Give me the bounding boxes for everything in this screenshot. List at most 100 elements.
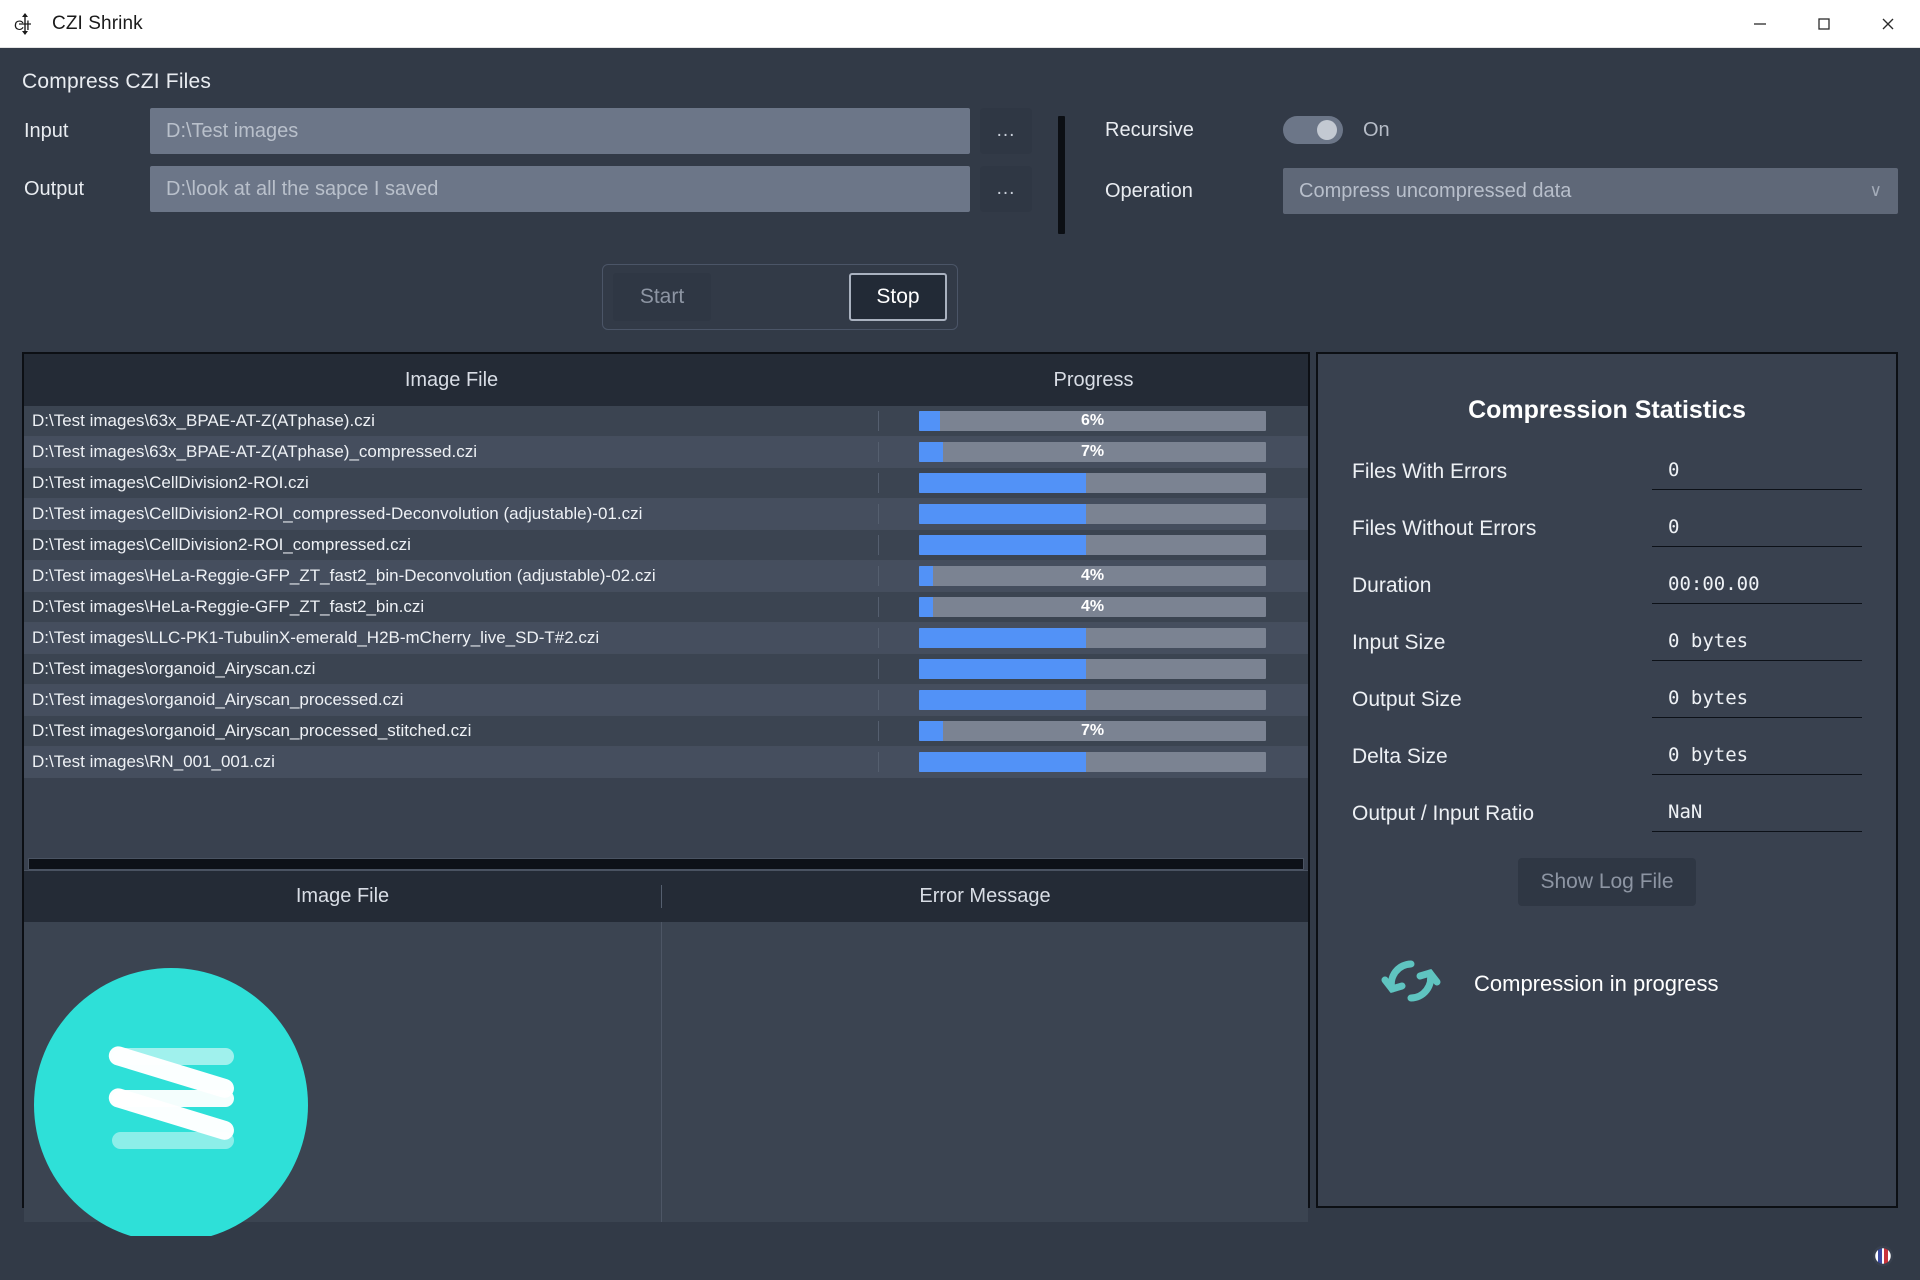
stat-value-container: 0 bytes	[1652, 630, 1862, 661]
operation-label: Operation	[1105, 179, 1193, 202]
table-row[interactable]: D:\Test images\HeLa-Reggie-GFP_ZT_fast2_…	[24, 592, 1308, 623]
statistics-panel: Compression Statistics Files With Errors…	[1316, 352, 1898, 1208]
stat-value-container: 0	[1652, 459, 1862, 490]
progress-cell	[879, 752, 1308, 772]
stat-row: Output Size 0 bytes	[1352, 687, 1862, 718]
status-bar	[0, 1236, 1920, 1280]
progress-bar: 4%	[919, 597, 1266, 617]
refresh-sync-icon	[1380, 952, 1442, 1015]
operation-select[interactable]: Compress uncompressed data ∨	[1283, 168, 1898, 214]
file-table-header: Image File Progress	[24, 354, 1308, 406]
status-row: Compression in progress	[1352, 952, 1862, 1015]
progress-label: 7%	[1080, 722, 1105, 739]
operation-selected-value: Compress uncompressed data	[1299, 179, 1572, 202]
output-browse-button[interactable]: ...	[980, 166, 1032, 212]
table-row[interactable]: D:\Test images\organoid_Airyscan_process…	[24, 716, 1308, 747]
files-panel: Image File Progress D:\Test images\63x_B…	[22, 352, 1310, 1242]
progress-cell	[879, 504, 1308, 524]
stat-label: Files With Errors	[1352, 460, 1508, 483]
window-titlebar: C I CZI Shrink	[0, 0, 1920, 48]
page-title: Compress CZI Files	[22, 70, 212, 93]
progress-cell	[879, 473, 1308, 493]
brand-logo	[34, 968, 308, 1242]
stat-value: 0 bytes	[1668, 630, 1749, 652]
progress-bar	[919, 752, 1266, 772]
progress-bar: 7%	[919, 721, 1266, 741]
file-column-header: Image File	[404, 368, 499, 391]
stat-label: Input Size	[1352, 631, 1446, 654]
settings-form: Input ... Output ... Recursive On Operat…	[22, 108, 1898, 238]
table-row[interactable]: D:\Test images\CellDivision2-ROI_compres…	[24, 499, 1308, 530]
table-row[interactable]: D:\Test images\CellDivision2-ROI_compres…	[24, 530, 1308, 561]
file-path-cell: D:\Test images\63x_BPAE-AT-Z(ATphase).cz…	[24, 411, 879, 431]
stat-value: 0 bytes	[1668, 744, 1749, 766]
table-row[interactable]: D:\Test images\63x_BPAE-AT-Z(ATphase)_co…	[24, 437, 1308, 468]
file-path-cell: D:\Test images\organoid_Airyscan_process…	[24, 690, 879, 710]
progress-bar-fill	[919, 659, 1086, 679]
minimize-icon	[1754, 22, 1766, 25]
file-path-cell: D:\Test images\organoid_Airyscan_process…	[24, 721, 879, 741]
table-row[interactable]: D:\Test images\63x_BPAE-AT-Z(ATphase).cz…	[24, 406, 1308, 437]
progress-bar: 4%	[919, 566, 1266, 586]
progress-cell	[879, 690, 1308, 710]
app-icon: C I	[14, 11, 40, 37]
progress-cell: 6%	[879, 411, 1308, 431]
progress-bar	[919, 473, 1266, 493]
input-label: Input	[24, 119, 69, 142]
stat-value: 0	[1668, 459, 1680, 481]
file-path-cell: D:\Test images\CellDivision2-ROI_compres…	[24, 504, 879, 524]
horizontal-scrollbar[interactable]	[28, 858, 1304, 870]
input-browse-button[interactable]: ...	[980, 108, 1032, 154]
stats-title: Compression Statistics	[1468, 396, 1746, 424]
file-path-cell: D:\Test images\HeLa-Reggie-GFP_ZT_fast2_…	[24, 566, 879, 586]
progress-bar-fill	[919, 628, 1086, 648]
path-fields: Input ... Output ...	[22, 108, 1032, 224]
table-row[interactable]: D:\Test images\LLC-PK1-TubulinX-emerald_…	[24, 623, 1308, 654]
progress-bar	[919, 535, 1266, 555]
info-circle-icon[interactable]	[1872, 1245, 1894, 1272]
svg-text:C: C	[14, 17, 24, 33]
maximize-button[interactable]	[1792, 0, 1856, 47]
file-path-cell: D:\Test images\HeLa-Reggie-GFP_ZT_fast2_…	[24, 597, 879, 617]
form-divider	[1058, 116, 1065, 234]
table-row[interactable]: D:\Test images\RN_001_001.czi	[24, 747, 1308, 778]
recursive-toggle[interactable]	[1283, 116, 1343, 144]
progress-label: 7%	[1080, 443, 1105, 460]
window-title: CZI Shrink	[52, 12, 143, 34]
toggle-knob	[1317, 120, 1337, 140]
error-table-header: Image File Error Message	[24, 870, 1308, 922]
table-row[interactable]: D:\Test images\CellDivision2-ROI.czi	[24, 468, 1308, 499]
progress-cell: 4%	[879, 566, 1308, 586]
start-button[interactable]: Start	[613, 273, 711, 321]
progress-bar	[919, 690, 1266, 710]
stat-label: Output Size	[1352, 688, 1462, 711]
input-path-field[interactable]	[150, 108, 970, 154]
minimize-button[interactable]	[1728, 0, 1792, 47]
stat-value-container: 0	[1652, 516, 1862, 547]
stat-value-container: NaN	[1652, 801, 1862, 832]
progress-bar	[919, 628, 1266, 648]
options-fields: Recursive On Operation Compress uncompre…	[1105, 108, 1898, 238]
table-row[interactable]: D:\Test images\organoid_Airyscan.czi	[24, 654, 1308, 685]
close-button[interactable]	[1856, 0, 1920, 47]
content-panels: Image File Progress D:\Test images\63x_B…	[22, 352, 1898, 1242]
file-path-cell: D:\Test images\RN_001_001.czi	[24, 752, 879, 772]
table-row[interactable]: D:\Test images\organoid_Airyscan_process…	[24, 685, 1308, 716]
stat-label: Delta Size	[1352, 745, 1448, 768]
stat-value: 00:00.00	[1668, 573, 1760, 595]
error-message-cell-empty	[662, 922, 1308, 1222]
stat-value-container: 0 bytes	[1652, 744, 1862, 775]
progress-cell	[879, 628, 1308, 648]
error-message-column-header: Error Message	[919, 885, 1051, 907]
stop-button[interactable]: Stop	[849, 273, 947, 321]
show-log-file-button[interactable]: Show Log File	[1518, 858, 1696, 906]
output-path-field[interactable]	[150, 166, 970, 212]
close-icon	[1882, 18, 1894, 29]
run-controls: Start Stop	[602, 264, 958, 330]
stat-row: Input Size 0 bytes	[1352, 630, 1862, 661]
file-path-cell: D:\Test images\LLC-PK1-TubulinX-emerald_…	[24, 628, 879, 648]
app-body: Compress CZI Files Input ... Output ... …	[0, 48, 1920, 1280]
file-table-body: D:\Test images\63x_BPAE-AT-Z(ATphase).cz…	[24, 406, 1308, 778]
table-row[interactable]: D:\Test images\HeLa-Reggie-GFP_ZT_fast2_…	[24, 561, 1308, 592]
stat-value: 0	[1668, 516, 1680, 538]
